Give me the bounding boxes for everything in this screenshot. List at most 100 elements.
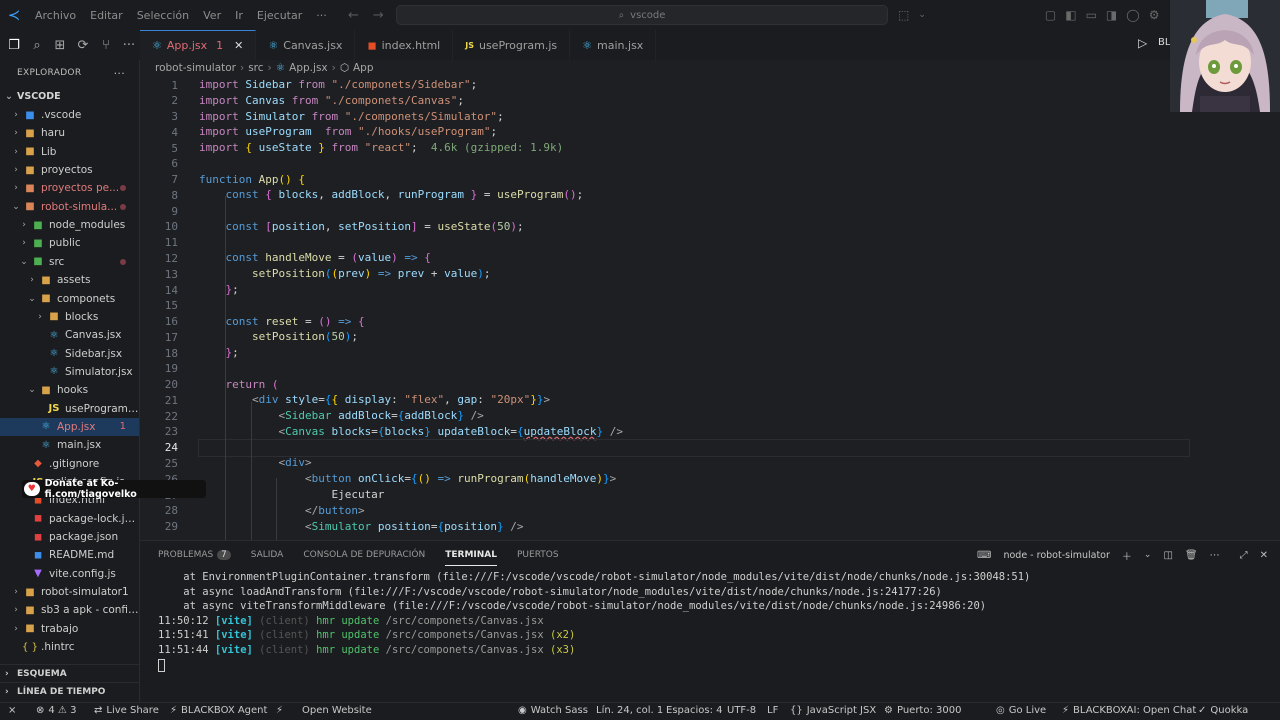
more-actions-icon[interactable]: ⋯ [1210, 550, 1220, 561]
tree-folder[interactable]: › ■ proyectos [0, 161, 139, 179]
tab-problems[interactable]: PROBLEMAS 7 [158, 550, 231, 560]
toggle-secondary-icon[interactable]: ◨ [1106, 8, 1117, 22]
tree-folder[interactable]: ⌄ ■ hooks [0, 381, 139, 399]
tree-file[interactable]: ⚛ App.jsx 1 [0, 417, 139, 436]
code-line[interactable]: 28 </button> [140, 503, 1280, 519]
tree-folder[interactable]: › ■ blocks [0, 308, 139, 326]
run-label[interactable]: BL [1158, 37, 1170, 48]
chevron-down-icon[interactable]: ⌄ [1144, 550, 1152, 560]
tree-folder[interactable]: › ■ haru [0, 124, 139, 142]
tree-folder[interactable]: › ■ proyectos pe... [0, 179, 139, 197]
close-icon[interactable]: ✕ [234, 39, 243, 52]
breadcrumb-src[interactable]: src [248, 62, 263, 74]
toggle-sidebar-icon[interactable]: ◧ [1065, 8, 1076, 22]
explorer-icon[interactable]: ❐ [6, 38, 22, 53]
tree-file[interactable]: ⚛ Sidebar.jsx [0, 345, 139, 363]
terminal-output[interactable]: at EnvironmentPluginContainer.transform … [158, 570, 1258, 658]
status-item[interactable]: ⇄ Live Share [94, 705, 159, 716]
status-item[interactable]: ◎ Go Live [996, 705, 1046, 716]
code-line[interactable]: 7 function App() { [140, 172, 1280, 188]
outline-section[interactable]: › ESQUEMA [0, 664, 139, 682]
menu-ver[interactable]: Ver [196, 9, 228, 22]
code-line[interactable]: 19 [140, 361, 1280, 377]
code-line[interactable]: 2 import Canvas from "./componets/Canvas"… [140, 93, 1280, 109]
tree-file[interactable]: ◼ package-lock.json [0, 510, 139, 528]
status-item[interactable]: ⚙ Puerto: 3000 [884, 705, 961, 716]
tree-file[interactable]: { } .hintrc [0, 638, 139, 656]
command-center-search[interactable]: ⌕ vscode [396, 5, 888, 25]
tree-folder[interactable]: › ■ public [0, 234, 139, 252]
source-control-icon[interactable]: ⑂ [98, 38, 114, 53]
status-item[interactable]: {} JavaScript JSX [790, 705, 876, 716]
code-line[interactable]: 12 const handleMove = (value) => { [140, 250, 1280, 266]
code-line[interactable]: 20 return ( [140, 377, 1280, 393]
code-line[interactable]: 27 Ejecutar [140, 487, 1280, 503]
tree-folder[interactable]: › ■ sb3 a apk - config ... [0, 601, 139, 619]
code-line[interactable]: 4 import useProgram from "./hooks/useProg… [140, 124, 1280, 140]
tree-folder[interactable]: › ■ trabajo [0, 620, 139, 638]
code-line[interactable]: 10 const [position, setPosition] = useSt… [140, 219, 1280, 235]
live-share-icon[interactable]: ⟳ [75, 38, 91, 53]
status-item[interactable]: ✓ Quokka [1198, 705, 1248, 716]
code-line[interactable]: 29 <Simulator position={position} /> [140, 519, 1280, 535]
menu-ir[interactable]: Ir [228, 9, 250, 22]
more-views-icon[interactable]: ··· [121, 38, 137, 53]
tree-folder[interactable]: ⌄ ■ robot-simula... [0, 198, 139, 216]
explorer-more-icon[interactable]: ··· [114, 67, 125, 80]
tree-folder[interactable]: ⌄ ■ componets [0, 290, 139, 308]
tree-folder[interactable]: › ■ Lib [0, 143, 139, 161]
status-item[interactable]: UTF-8 [727, 705, 756, 716]
tree-folder[interactable]: › ■ assets [0, 271, 139, 289]
tab-output[interactable]: SALIDA [251, 550, 284, 560]
code-line[interactable]: 3 import Simulator from "./componets/Simu… [140, 109, 1280, 125]
code-line[interactable]: 26 <button onClick={() => runProgram(han… [140, 471, 1280, 487]
tree-file[interactable]: ▼ vite.config.js [0, 565, 139, 583]
tree-file[interactable]: ◼ README.md [0, 546, 139, 564]
code-line[interactable]: 21 <div style={{ display: "flex", gap: "… [140, 392, 1280, 408]
close-panel-icon[interactable]: ✕ [1260, 550, 1268, 561]
forward-arrow-icon[interactable]: → [373, 8, 384, 23]
code-line[interactable]: 15 [140, 298, 1280, 314]
copilot-icon[interactable]: ⬚ [898, 8, 909, 22]
code-line[interactable]: 5 import { useState } from "react"; 4.6k … [140, 140, 1280, 156]
menu-seleccion[interactable]: Selección [130, 9, 196, 22]
new-terminal-icon[interactable]: ＋ [1122, 548, 1132, 563]
editor-tab[interactable]: ⚛ Canvas.jsx [256, 30, 356, 60]
extensions-icon[interactable]: ⊞ [52, 38, 68, 53]
code-line[interactable]: 6 [140, 156, 1280, 172]
tree-file[interactable]: ◆ .gitignore [0, 455, 139, 473]
tree-file[interactable]: ⚛ Canvas.jsx [0, 326, 139, 344]
editor-tab[interactable]: ⚛ main.jsx [570, 30, 657, 60]
dropdown-icon[interactable]: ⌄ [918, 10, 926, 20]
tree-folder[interactable]: › ■ node_modules [0, 216, 139, 234]
code-line[interactable]: 11 [140, 235, 1280, 251]
status-item[interactable]: ◉ Watch Sass [518, 705, 588, 716]
code-line[interactable]: 16 const reset = () => { [140, 314, 1280, 330]
code-line[interactable]: 23 <Canvas blocks={blocks} updateBlock={… [140, 424, 1280, 440]
code-line[interactable]: 1 import Sidebar from "./componets/Sideba… [140, 77, 1280, 93]
status-item[interactable]: ⚡ [276, 705, 287, 716]
code-line[interactable]: 25 <div> [140, 455, 1280, 471]
editor-tab[interactable]: ⚛ App.jsx 1 ✕ [140, 30, 257, 60]
tree-file[interactable]: ◼ package.json [0, 528, 139, 546]
status-item[interactable]: LF [767, 705, 778, 716]
search-view-icon[interactable]: ⌕ [29, 38, 45, 53]
status-item[interactable]: Open Website [302, 705, 372, 716]
breadcrumb-project[interactable]: robot-simulator [155, 62, 236, 74]
editor-tab[interactable]: JS useProgram.js [453, 30, 571, 60]
account-icon[interactable]: ◯ [1126, 8, 1139, 22]
editor-tab[interactable]: ◼ index.html [355, 30, 454, 60]
menu-ejecutar[interactable]: Ejecutar [250, 9, 309, 22]
tree-file[interactable]: ⚛ main.jsx [0, 436, 139, 454]
timeline-section[interactable]: › LÍNEA DE TIEMPO [0, 682, 139, 700]
toggle-panel-icon[interactable]: ▭ [1086, 8, 1097, 22]
status-item[interactable]: Lín. 24, col. 1 [596, 705, 663, 716]
status-item[interactable]: ⨯ [8, 705, 20, 716]
menu-more[interactable]: ··· [309, 9, 334, 22]
code-line[interactable]: 18 }; [140, 345, 1280, 361]
breadcrumb-file[interactable]: App.jsx [289, 62, 327, 74]
back-arrow-icon[interactable]: ← [348, 8, 359, 23]
breadcrumb-symbol[interactable]: App [353, 62, 374, 74]
tab-ports[interactable]: PUERTOS [517, 550, 559, 560]
tree-folder[interactable]: ⌄ ■ src [0, 253, 139, 271]
